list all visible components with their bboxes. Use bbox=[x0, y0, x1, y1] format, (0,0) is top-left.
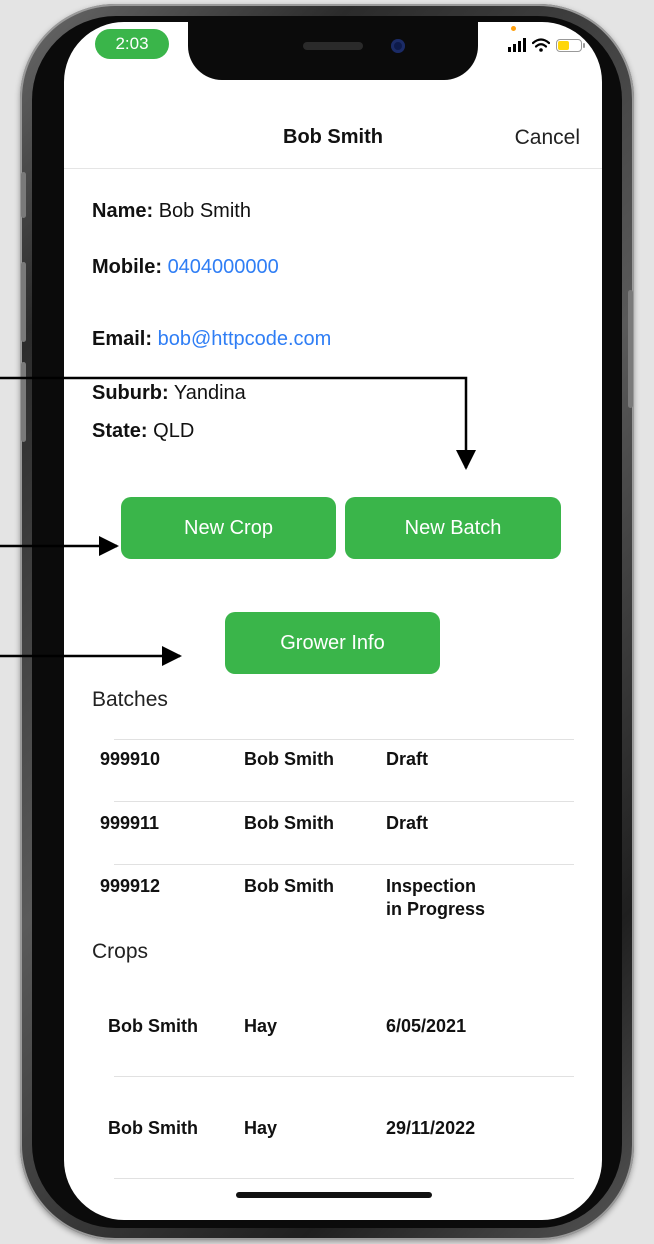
arrow-to-new-batch bbox=[0, 376, 476, 470]
annotation-arrows bbox=[0, 376, 476, 666]
